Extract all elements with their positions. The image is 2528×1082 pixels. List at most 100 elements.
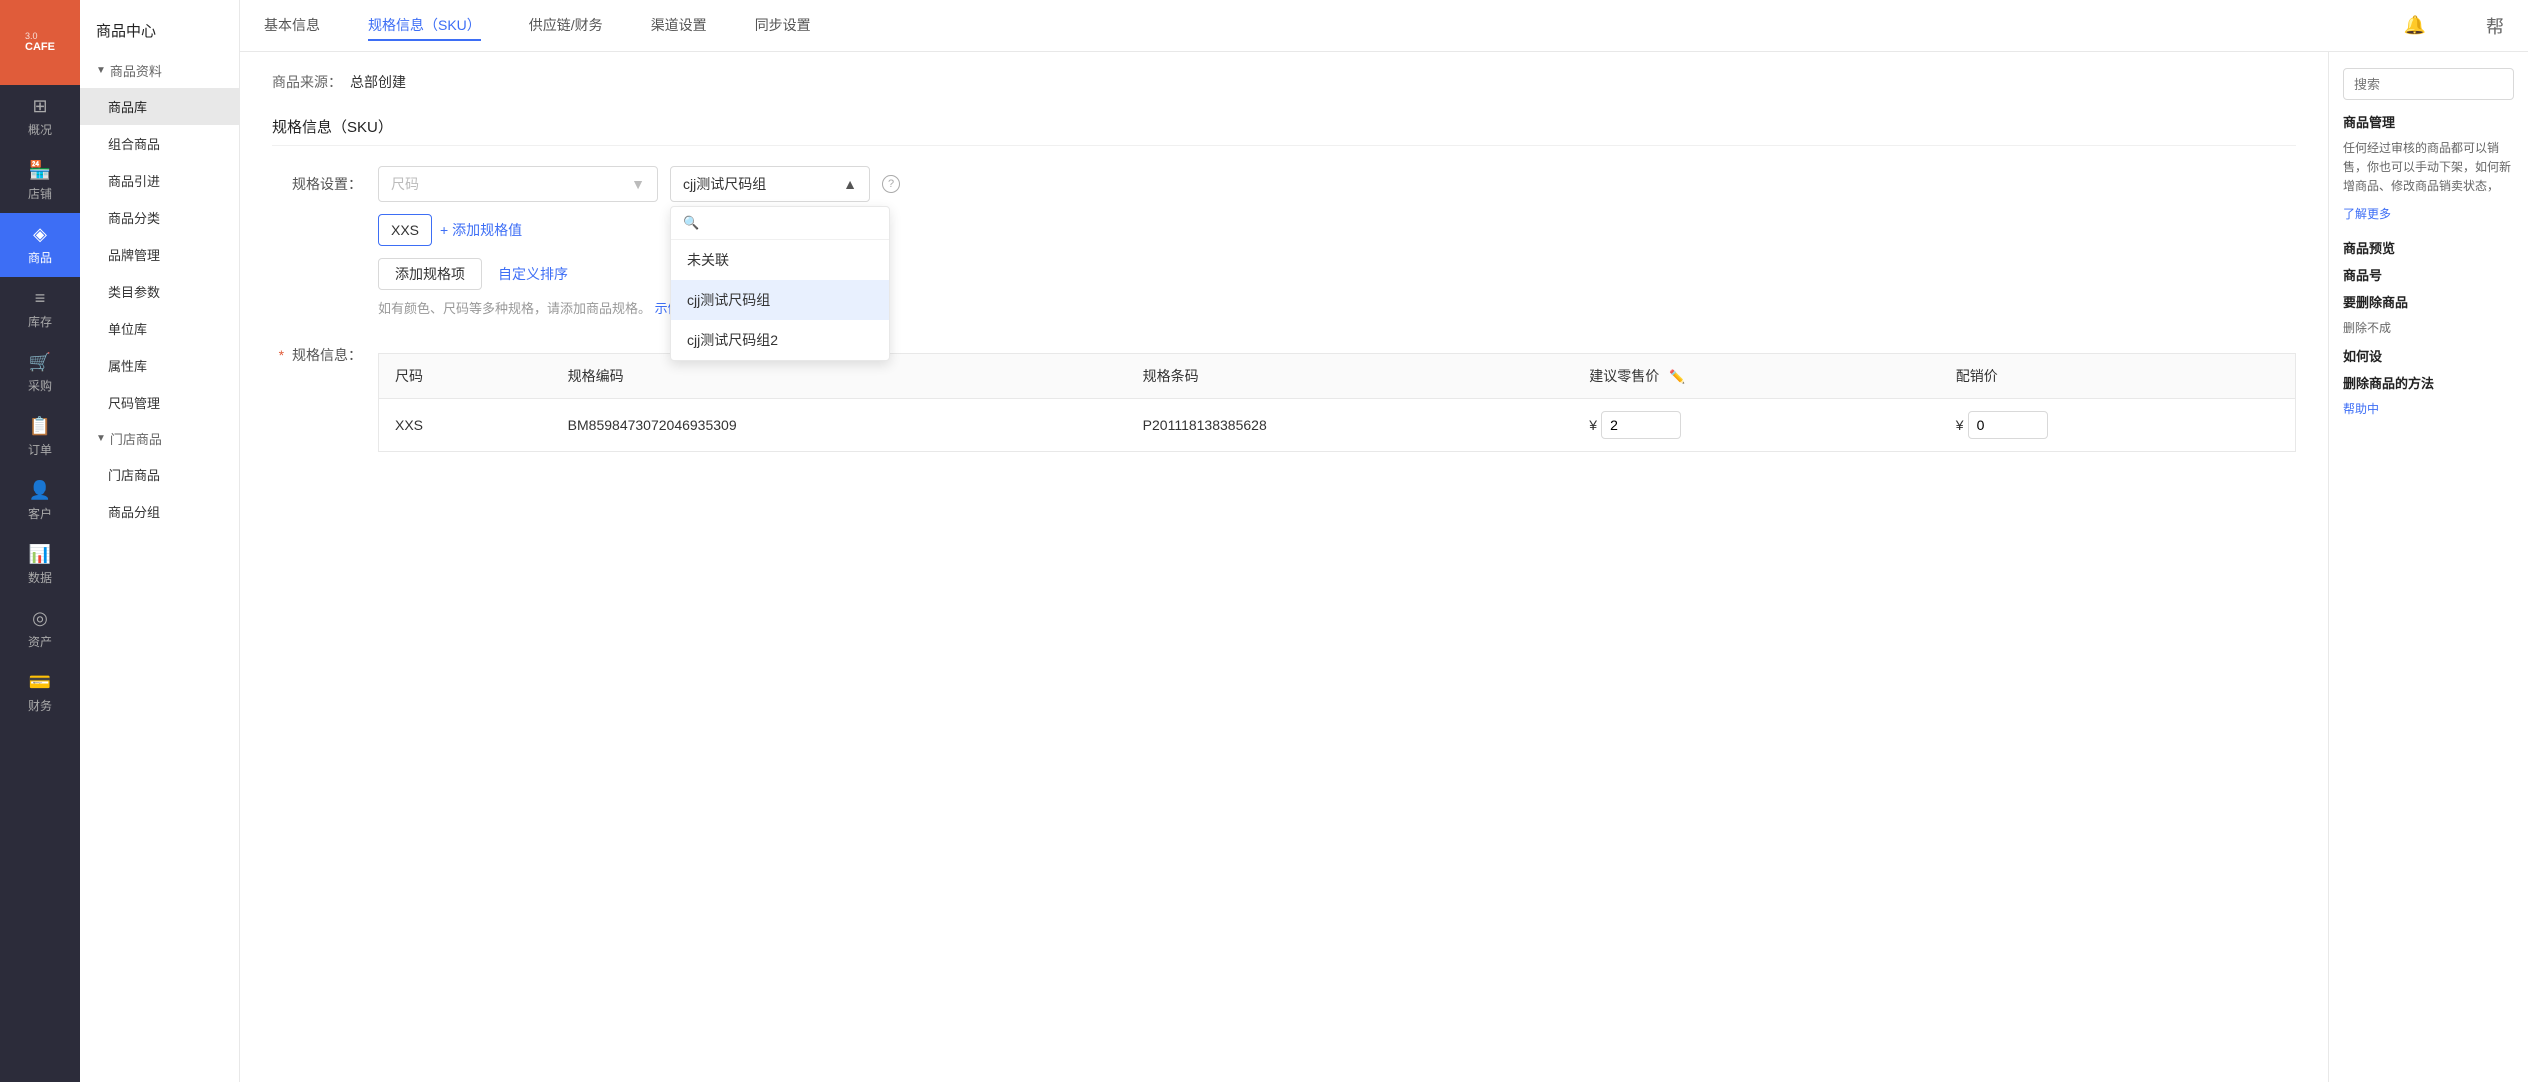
sidebar-label-purchase: 采购 — [28, 377, 52, 394]
asset-icon: ◎ — [32, 608, 48, 629]
right-text-delete: 删除不成 — [2343, 319, 2514, 338]
search-input[interactable] — [2343, 68, 2514, 100]
sub-item-import[interactable]: 商品引进 — [80, 162, 239, 199]
dist-price-input[interactable] — [1968, 411, 2048, 439]
sub-section-label-2: 门店商品 — [110, 429, 162, 448]
tab-supply[interactable]: 供应链/财务 — [529, 11, 603, 41]
right-title-delete-method: 删除商品的方法 — [2343, 373, 2514, 392]
main-sidebar: 3.0 CAFE ⊞ 概况 🏪 店铺 ◈ 商品 ≡ 库存 🛒 采购 📋 订单 👤… — [0, 0, 80, 1082]
sub-item-product-group[interactable]: 商品分组 — [80, 493, 239, 530]
custom-sort-link[interactable]: 自定义排序 — [498, 264, 568, 284]
cell-code: BM8598473072046935309 — [552, 399, 1127, 452]
spec-setting-row: 规格设置： 尺码 ▼ cjj测试尺码组 ▲ — [272, 166, 2296, 317]
data-icon: 📊 — [29, 544, 51, 565]
cell-retail-price: ¥ — [1573, 399, 1940, 452]
sidebar-label-customer: 客户 — [28, 505, 52, 522]
retail-currency-symbol: ¥ — [1589, 417, 1597, 433]
tab-sync[interactable]: 同步设置 — [755, 11, 811, 41]
help-icon-top[interactable]: 帮 — [2486, 13, 2504, 39]
sidebar-label-product: 商品 — [28, 249, 52, 266]
order-icon: 📋 — [29, 416, 51, 437]
logo-name: CAFE — [25, 41, 55, 54]
sidebar-label-store: 店铺 — [28, 185, 52, 202]
customer-icon: 👤 — [29, 480, 51, 501]
dropdown-menu: 🔍 未关联 cjj测试尺码组 cjj测试尺码组2 — [670, 206, 890, 361]
spec-actions-row: 添加规格项 自定义排序 — [378, 258, 2296, 290]
sub-section-products[interactable]: ▼ 商品资料 — [80, 53, 239, 88]
source-value: 总部创建 — [350, 72, 406, 92]
dropdown-item-unlinked[interactable]: 未关联 — [671, 240, 889, 280]
sidebar-item-purchase[interactable]: 🛒 采购 — [0, 341, 80, 405]
sidebar-item-overview[interactable]: ⊞ 概况 — [0, 85, 80, 149]
spec-tag-xxs[interactable]: XXS — [378, 214, 432, 246]
right-link-learn-more[interactable]: 了解更多 — [2343, 205, 2514, 222]
sidebar-label-overview: 概况 — [28, 121, 52, 138]
spec-select-group[interactable]: cjj测试尺码组 ▲ — [670, 166, 870, 202]
sub-item-unit-lib[interactable]: 单位库 — [80, 310, 239, 347]
spec-select-placeholder: 尺码 — [391, 174, 419, 194]
dropdown-item-group2[interactable]: cjj测试尺码组2 — [671, 320, 889, 360]
right-title-product-mgmt: 商品管理 — [2343, 112, 2514, 131]
sidebar-item-product[interactable]: ◈ 商品 — [0, 213, 80, 277]
spec-hint: 如有颜色、尺码等多种规格，请添加商品规格。 示例 — [378, 298, 2296, 317]
col-size: 尺码 — [379, 354, 552, 399]
sidebar-item-customer[interactable]: 👤 客户 — [0, 469, 80, 533]
logo: 3.0 CAFE — [0, 0, 80, 85]
sub-section-label: 商品资料 — [110, 61, 162, 80]
tab-sku[interactable]: 规格信息（SKU） — [368, 11, 481, 41]
sidebar-item-finance[interactable]: 💳 财务 — [0, 661, 80, 725]
sub-item-brand[interactable]: 品牌管理 — [80, 236, 239, 273]
right-section-preview: 商品预览 — [2343, 238, 2514, 257]
right-panel: 商品管理 任何经过审核的商品都可以销售，你也可以手动下架，如何新增商品、修改商品… — [2328, 52, 2528, 1082]
right-section-howto: 如何设 — [2343, 346, 2514, 365]
dropdown-item-group1[interactable]: cjj测试尺码组 — [671, 280, 889, 320]
overview-icon: ⊞ — [32, 96, 47, 117]
content-area: 商品来源： 总部创建 规格信息（SKU） 规格设置： 尺码 ▼ — [240, 52, 2328, 1082]
right-title-num: 商品号 — [2343, 265, 2514, 284]
retail-price-input[interactable] — [1601, 411, 1681, 439]
logo-version: 3.0 — [25, 31, 55, 41]
store-icon: 🏪 — [29, 160, 51, 181]
table-row: XXS BM8598473072046935309 P2011181383856… — [379, 399, 2296, 452]
sub-item-combo[interactable]: 组合商品 — [80, 125, 239, 162]
add-spec-value-btn[interactable]: + 添加规格值 — [440, 220, 522, 240]
sidebar-label-asset: 资产 — [28, 633, 52, 650]
sidebar-label-data: 数据 — [28, 569, 52, 586]
cell-barcode: P201118138385628 — [1127, 399, 1574, 452]
sidebar-item-data[interactable]: 📊 数据 — [0, 533, 80, 597]
inventory-icon: ≡ — [35, 288, 46, 309]
source-label: 商品来源： — [272, 72, 342, 92]
edit-price-icon[interactable]: ✏️ — [1669, 369, 1685, 384]
sub-item-size-mgmt[interactable]: 尺码管理 — [80, 384, 239, 421]
dropdown-search-area: 🔍 — [671, 207, 889, 240]
sidebar-item-order[interactable]: 📋 订单 — [0, 405, 80, 469]
sub-item-type-params[interactable]: 类目参数 — [80, 273, 239, 310]
spec-tag-label: XXS — [391, 222, 419, 238]
tab-basic[interactable]: 基本信息 — [264, 11, 320, 41]
spec-selectors: 尺码 ▼ cjj测试尺码组 ▲ 🔍 — [378, 166, 2296, 202]
add-spec-item-btn[interactable]: 添加规格项 — [378, 258, 482, 290]
tab-channel[interactable]: 渠道设置 — [651, 11, 707, 41]
help-circle-icon[interactable]: ? — [882, 175, 900, 193]
sidebar-item-inventory[interactable]: ≡ 库存 — [0, 277, 80, 341]
sidebar-item-asset[interactable]: ◎ 资产 — [0, 597, 80, 661]
bell-icon[interactable]: 🔔 — [2404, 15, 2426, 36]
spec-info-row: * 规格信息： 尺码 规格编码 规格条码 建议零售价 ✏️ — [272, 337, 2296, 452]
finance-icon: 💳 — [29, 672, 51, 693]
required-star: * — [279, 347, 284, 363]
col-dist-price: 配销价 — [1940, 354, 2296, 399]
top-nav: 基本信息 规格信息（SKU） 供应链/财务 渠道设置 同步设置 🔔 帮 — [240, 0, 2528, 52]
sub-item-category[interactable]: 商品分类 — [80, 199, 239, 236]
right-link-help[interactable]: 帮助中 — [2343, 400, 2514, 417]
spec-select-size[interactable]: 尺码 ▼ — [378, 166, 658, 202]
right-section-product-mgmt: 商品管理 任何经过审核的商品都可以销售，你也可以手动下架，如何新增商品、修改商品… — [2343, 112, 2514, 222]
sidebar-item-store[interactable]: 🏪 店铺 — [0, 149, 80, 213]
section-title-sku: 规格信息（SKU） — [272, 116, 2296, 146]
sub-item-store-product[interactable]: 门店商品 — [80, 456, 239, 493]
spec-dropdown-container: cjj测试尺码组 ▲ 🔍 未关联 cjj测试尺码组 cjj测试尺码组2 — [670, 166, 870, 202]
col-barcode: 规格条码 — [1127, 354, 1574, 399]
sub-item-product-lib[interactable]: 商品库 — [80, 88, 239, 125]
sub-section-store-product[interactable]: ▼ 门店商品 — [80, 421, 239, 456]
right-title-preview: 商品预览 — [2343, 238, 2514, 257]
sub-item-attr-lib[interactable]: 属性库 — [80, 347, 239, 384]
